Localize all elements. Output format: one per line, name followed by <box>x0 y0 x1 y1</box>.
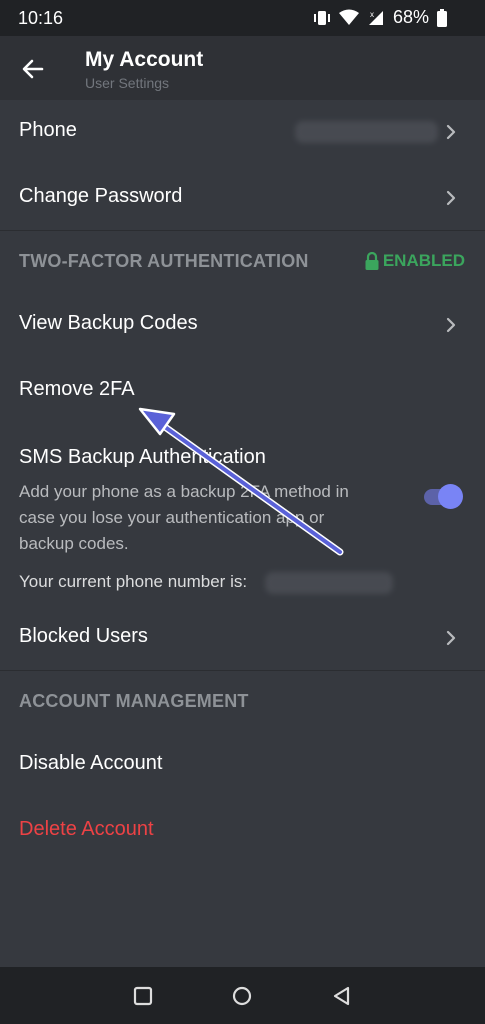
app-bar: My Account User Settings <box>0 36 485 100</box>
chevron-right-icon <box>446 190 456 206</box>
current-phone-label: Your current phone number is: <box>19 572 248 591</box>
circle-icon <box>232 986 252 1006</box>
two-factor-status-badge: ENABLED <box>365 251 465 271</box>
two-factor-status: ENABLED <box>382 251 465 270</box>
page-subtitle: User Settings <box>85 75 170 91</box>
blocked-users-row[interactable]: Blocked Users <box>0 605 485 671</box>
chevron-right-icon <box>446 317 456 333</box>
toggle-knob <box>438 484 463 509</box>
section-divider <box>0 670 485 671</box>
recents-button[interactable] <box>132 985 154 1007</box>
phone-label: Phone <box>19 119 77 141</box>
status-time: 10:16 <box>18 8 64 28</box>
system-nav-bar <box>0 967 485 1024</box>
arrow-left-icon <box>22 59 44 79</box>
wifi-icon <box>338 9 359 25</box>
change-password-row[interactable]: Change Password <box>0 165 485 231</box>
back-nav-button[interactable] <box>331 985 353 1007</box>
lock-icon <box>365 252 379 270</box>
two-factor-section-header: TWO-FACTOR AUTHENTICATION <box>19 251 309 271</box>
remove-2fa-label: Remove 2FA <box>19 378 135 400</box>
status-bar: 10:16 x 68% <box>0 0 485 36</box>
vibrate-icon <box>313 10 330 25</box>
delete-account-row[interactable]: Delete Account <box>0 798 485 864</box>
disable-account-label: Disable Account <box>19 752 163 774</box>
home-button[interactable] <box>231 985 253 1007</box>
current-phone-redacted <box>265 572 393 594</box>
chevron-right-icon <box>446 630 456 646</box>
sms-backup-toggle[interactable] <box>424 484 463 510</box>
view-backup-codes-row[interactable]: View Backup Codes <box>0 292 485 358</box>
sms-backup-description: Add your phone as a backup 2FA method in… <box>19 482 349 553</box>
page-title: My Account <box>85 48 204 71</box>
account-management-section-header: ACCOUNT MANAGEMENT <box>19 691 249 711</box>
phone-row[interactable]: Phone <box>0 99 485 165</box>
change-password-label: Change Password <box>19 185 183 207</box>
chevron-right-icon <box>446 124 456 140</box>
square-icon <box>133 986 153 1006</box>
phone-number-redacted <box>295 121 438 143</box>
disable-account-row[interactable]: Disable Account <box>0 732 485 798</box>
status-icons: x 68% <box>313 7 447 28</box>
battery-icon <box>437 8 447 27</box>
section-divider <box>0 230 485 231</box>
signal-icon: x <box>368 10 383 25</box>
delete-account-label: Delete Account <box>19 818 154 840</box>
sms-backup-title: SMS Backup Authentication <box>19 446 266 468</box>
remove-2fa-row[interactable]: Remove 2FA <box>0 358 485 424</box>
view-backup-codes-label: View Backup Codes <box>19 312 198 334</box>
svg-text:x: x <box>370 10 374 19</box>
blocked-users-label: Blocked Users <box>19 625 148 647</box>
back-button[interactable] <box>20 56 46 82</box>
battery-percent: 68% <box>392 7 429 27</box>
triangle-back-icon <box>333 986 350 1006</box>
